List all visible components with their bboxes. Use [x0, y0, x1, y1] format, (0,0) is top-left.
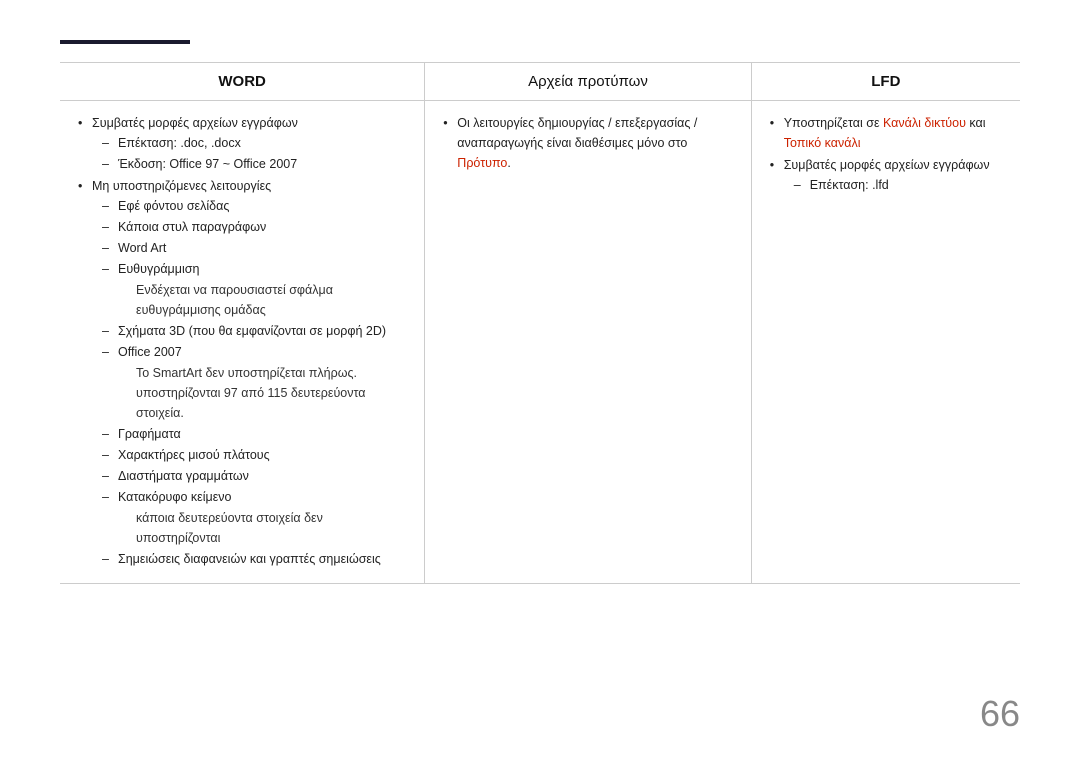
list-item: Μη υποστηριζόμενες λειτουργίες Εφέ φόντο… [76, 176, 408, 569]
sub-list: Επέκταση: .lfd [792, 175, 1004, 195]
item-text: Οι λειτουργίες δημιουργίας / επεξεργασία… [457, 116, 697, 170]
local-channel-link[interactable]: Τοπικό κανάλι [784, 136, 861, 150]
list-item: Office 2007 Το SmartArt δεν υποστηρίζετα… [100, 342, 408, 423]
list-item: Σχήματα 3D (που θα εμφανίζονται σε μορφή… [100, 321, 408, 341]
sub-note: Ενδέχεται να παρουσιαστεί σφάλμα ευθυγρά… [118, 280, 408, 320]
main-table: WORD Αρχεία προτύπων LFD Συμβατές μορφές… [60, 63, 1020, 584]
item-text: Μη υποστηριζόμενες λειτουργίες [92, 179, 271, 193]
word-content: Συμβατές μορφές αρχείων εγγράφων Επέκτασ… [60, 101, 425, 584]
list-item: Συμβατές μορφές αρχείων εγγράφων Επέκτασ… [76, 113, 408, 174]
templates-content: Οι λειτουργίες δημιουργίας / επεξεργασία… [425, 101, 751, 584]
lfd-content: Υποστηρίζεται σε Κανάλι δικτύου και Τοπι… [751, 101, 1020, 584]
sub-note: κάποια δευτερεύοντα στοιχεία δεν υποστηρ… [118, 508, 408, 548]
page-container: WORD Αρχεία προτύπων LFD Συμβατές μορφές… [0, 0, 1080, 763]
header-lfd: LFD [751, 63, 1020, 101]
sub-list: Επέκταση: .doc, .docx Έκδοση: Office 97 … [100, 133, 408, 174]
header-templates: Αρχεία προτύπων [425, 63, 751, 101]
list-item: Σημειώσεις διαφανειών και γραπτές σημειώ… [100, 549, 408, 569]
accent-bar [60, 40, 190, 44]
item-text: Υποστηρίζεται σε Κανάλι δικτύου και Τοπι… [784, 116, 986, 150]
lfd-list: Υποστηρίζεται σε Κανάλι δικτύου και Τοπι… [768, 113, 1004, 195]
list-item: Χαρακτήρες μισού πλάτους [100, 445, 408, 465]
item-text: Συμβατές μορφές αρχείων εγγράφων [784, 158, 990, 172]
sub-list: Εφέ φόντου σελίδας Κάποια στυλ παραγράφω… [100, 196, 408, 569]
network-channel-link[interactable]: Κανάλι δικτύου [883, 116, 966, 130]
list-item: Word Art [100, 238, 408, 258]
list-item: Ευθυγράμμιση Ενδέχεται να παρουσιαστεί σ… [100, 259, 408, 320]
list-item: Γραφήματα [100, 424, 408, 444]
list-item: Συμβατές μορφές αρχείων εγγράφων Επέκτασ… [768, 155, 1004, 195]
word-list: Συμβατές μορφές αρχείων εγγράφων Επέκτασ… [76, 113, 408, 569]
list-item: Έκδοση: Office 97 ~ Office 2007 [100, 154, 408, 174]
prototype-link[interactable]: Πρότυπο [457, 156, 507, 170]
list-item: Διαστήματα γραμμάτων [100, 466, 408, 486]
list-item: Επέκταση: .doc, .docx [100, 133, 408, 153]
list-item: Επέκταση: .lfd [792, 175, 1004, 195]
list-item: Οι λειτουργίες δημιουργίας / επεξεργασία… [441, 113, 734, 173]
list-item: Εφέ φόντου σελίδας [100, 196, 408, 216]
list-item: Υποστηρίζεται σε Κανάλι δικτύου και Τοπι… [768, 113, 1004, 153]
list-item: Κατακόρυφο κείμενο κάποια δευτερεύοντα σ… [100, 487, 408, 548]
header-word: WORD [60, 63, 425, 101]
sub-note: Το SmartArt δεν υποστηρίζεται πλήρως. υπ… [118, 363, 408, 423]
templates-list: Οι λειτουργίες δημιουργίας / επεξεργασία… [441, 113, 734, 173]
item-text: Συμβατές μορφές αρχείων εγγράφων [92, 116, 298, 130]
page-number: 66 [980, 693, 1020, 735]
list-item: Κάποια στυλ παραγράφων [100, 217, 408, 237]
